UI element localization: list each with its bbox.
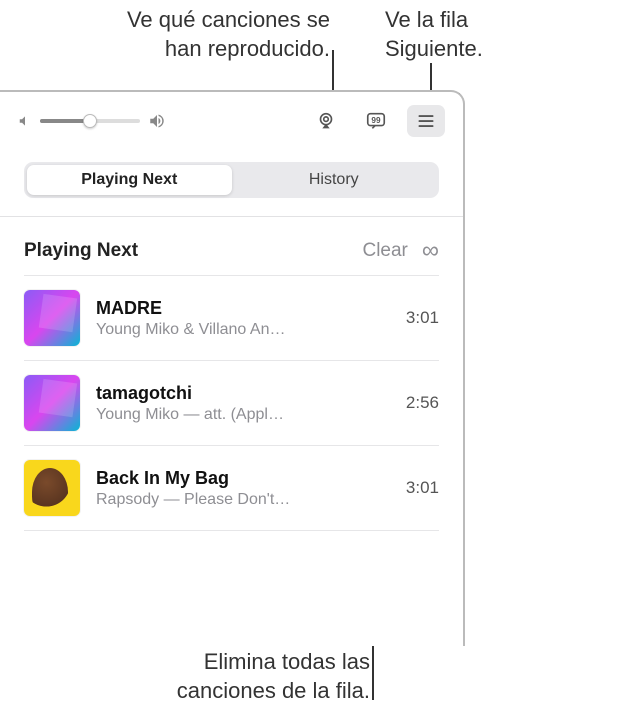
segmented-control: Playing Next History	[24, 162, 439, 198]
playing-next-button[interactable]	[407, 105, 445, 137]
divider	[0, 216, 463, 217]
track-subtitle: Young Miko & Villano An…	[96, 321, 390, 339]
lyrics-button[interactable]: 99	[357, 105, 395, 137]
album-art	[24, 460, 80, 516]
track-row[interactable]: tamagotchi Young Miko — att. (Appl… 2:56	[24, 361, 439, 446]
album-art	[24, 290, 80, 346]
section-title: Playing Next	[24, 240, 138, 262]
toolbar: 99	[0, 92, 463, 150]
tab-playing-next[interactable]: Playing Next	[27, 165, 232, 195]
callout-clear: Elimina todas las canciones de la fila.	[115, 648, 370, 705]
clear-button[interactable]: Clear	[362, 240, 407, 262]
lyrics-icon: 99	[365, 110, 387, 132]
track-duration: 3:01	[406, 308, 439, 328]
queue-panel: Playing Next History Playing Next Clear …	[0, 162, 463, 531]
track-title: MADRE	[96, 298, 390, 319]
autoplay-infinity-button[interactable]: ∞	[422, 239, 439, 263]
track-title: Back In My Bag	[96, 468, 390, 489]
track-info: tamagotchi Young Miko — att. (Appl…	[96, 383, 390, 424]
music-window: 99 Playing Next History Playing Next Cle…	[0, 90, 465, 646]
section-header: Playing Next Clear ∞	[24, 239, 439, 263]
queue-list-icon	[416, 111, 436, 131]
track-title: tamagotchi	[96, 383, 390, 404]
volume-slider[interactable]	[40, 119, 140, 123]
track-row[interactable]: MADRE Young Miko & Villano An… 3:01	[24, 275, 439, 361]
track-row[interactable]: Back In My Bag Rapsody — Please Don't… 3…	[24, 446, 439, 531]
airplay-button[interactable]	[307, 105, 345, 137]
callout-queue-button: Ve la fila Siguiente.	[385, 6, 575, 63]
track-duration: 3:01	[406, 478, 439, 498]
track-subtitle: Rapsody — Please Don't…	[96, 491, 390, 509]
track-info: MADRE Young Miko & Villano An…	[96, 298, 390, 339]
track-subtitle: Young Miko — att. (Appl…	[96, 406, 390, 424]
svg-text:99: 99	[371, 116, 381, 125]
callout-line	[430, 63, 432, 93]
callout-history: Ve qué canciones se han reproducido.	[60, 6, 330, 63]
volume-low-icon	[18, 114, 32, 128]
album-art	[24, 375, 80, 431]
volume-high-icon	[148, 112, 166, 130]
track-duration: 2:56	[406, 393, 439, 413]
track-list: MADRE Young Miko & Villano An… 3:01 tama…	[24, 275, 439, 531]
track-info: Back In My Bag Rapsody — Please Don't…	[96, 468, 390, 509]
airplay-icon	[315, 110, 337, 132]
volume-control[interactable]	[18, 112, 166, 130]
tab-history[interactable]: History	[232, 165, 437, 195]
